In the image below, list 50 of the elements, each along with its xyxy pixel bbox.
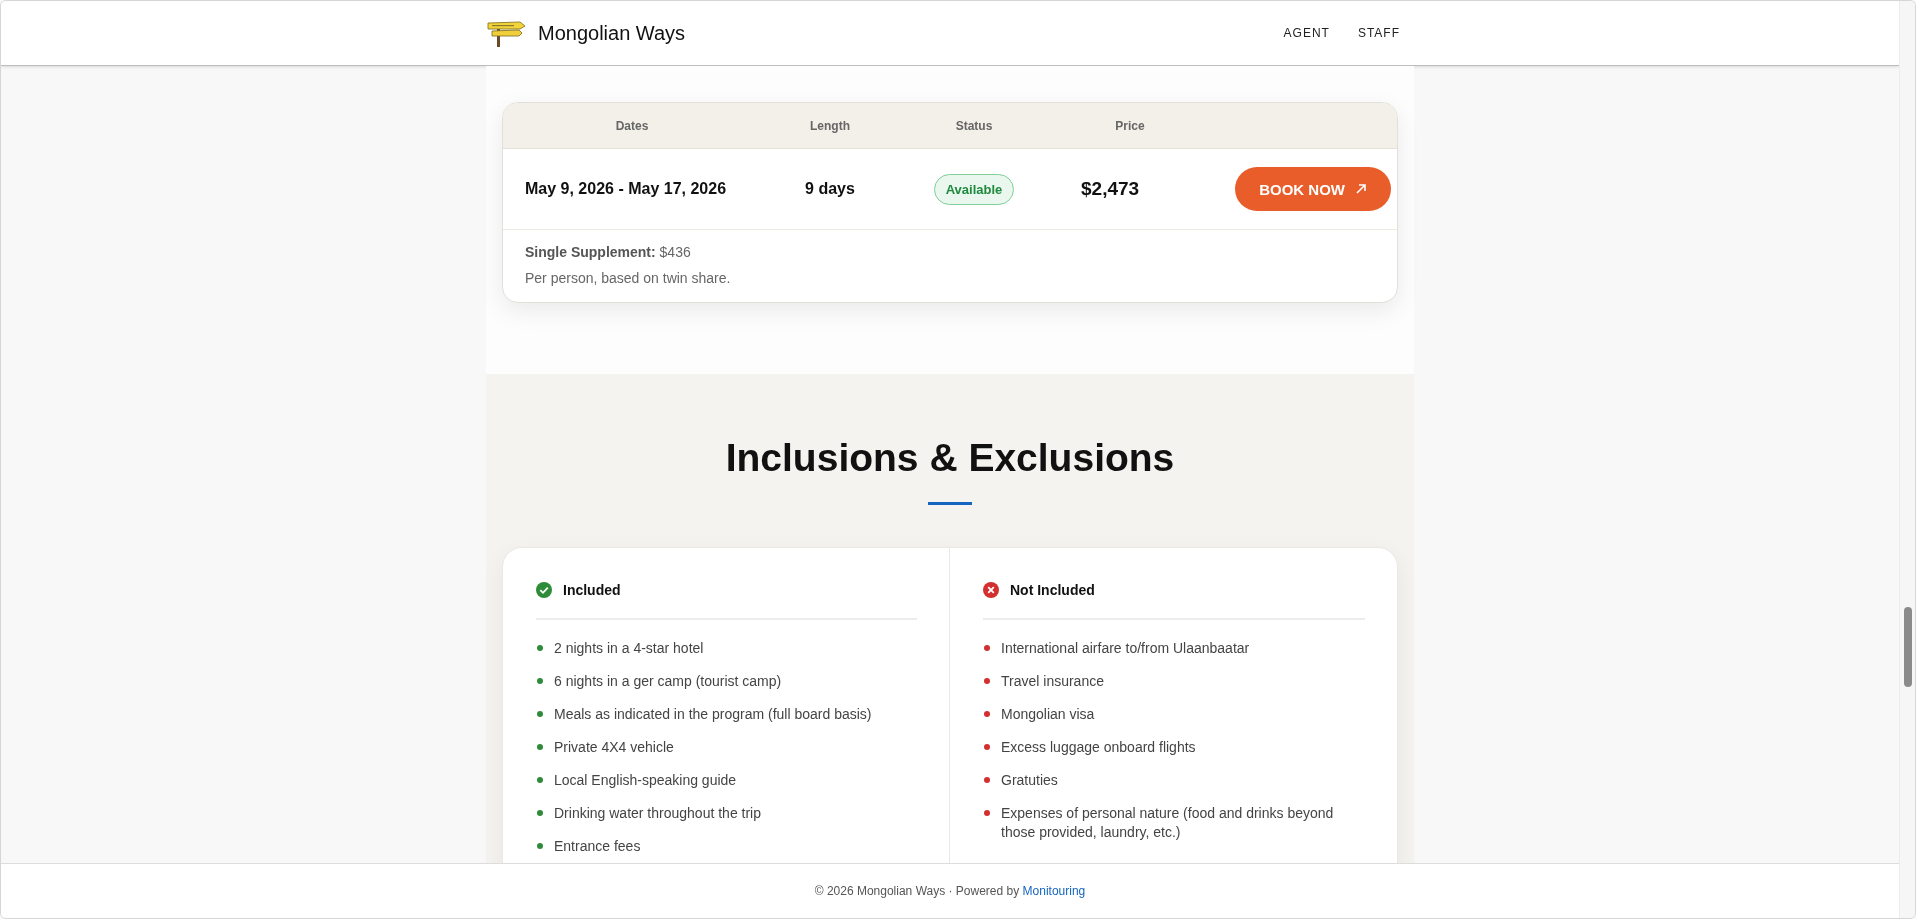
footer-link[interactable]: Monitouring: [1022, 884, 1086, 898]
dates-cell-text: May 9, 2026 - May 17, 2026: [524, 180, 728, 198]
title-underline: [928, 502, 972, 505]
bullet-icon: [537, 678, 543, 684]
list-item: Gratuties: [1001, 771, 1058, 790]
check-circle-icon: [536, 582, 552, 598]
bullet-icon: [537, 810, 543, 816]
list-item: International airfare to/from Ulaanbaatar: [1001, 639, 1250, 658]
column-header: Status: [954, 118, 994, 133]
nav-link[interactable]: STAFF: [1357, 26, 1400, 40]
bullet-icon: [984, 711, 990, 717]
bullet-icon: [984, 678, 990, 684]
list-item: Expenses of personal nature (food and drinks beyond those provided, laundry, etc.): [1001, 804, 1335, 842]
bullet-icon: [537, 645, 543, 651]
list-item: 2 nights in a 4-star hotel: [554, 639, 704, 658]
list-item: Mongolian visa: [1001, 705, 1095, 724]
footer-text: © 2026 Mongolian Ways · Powered by Monitouring: [814, 884, 1086, 898]
bullet-icon: [984, 744, 990, 750]
list-item: Meals as indicated in the program (full board basis): [554, 705, 872, 724]
price-cell-text: $2,473: [1080, 178, 1141, 200]
length-cell-text: 9 days: [804, 180, 856, 198]
list-heading: Not Included: [1010, 582, 1095, 598]
bullet-icon: [984, 810, 990, 816]
list-item: Drinking water throughout the trip: [554, 804, 761, 823]
bullet-icon: [537, 843, 543, 849]
note-text: Per person, based on twin share.: [525, 270, 732, 286]
bullet-icon: [537, 711, 543, 717]
list-item: Local English-speaking guide: [554, 771, 737, 790]
cross-circle-icon: [983, 582, 999, 598]
column-header: Dates: [614, 118, 650, 133]
list-item: Excess luggage onboard flights: [1001, 738, 1196, 757]
bullet-icon: [537, 777, 543, 783]
supplement-text: Single Supplement: $436: [525, 244, 692, 260]
column-header: Length: [809, 118, 851, 133]
status-badge: Available: [933, 173, 1015, 205]
list-item: Entrance fees: [554, 837, 641, 856]
section-title: Inclusions & Exclusions: [725, 436, 1175, 480]
bullet-icon: [537, 744, 543, 750]
list-heading: Included: [563, 582, 621, 598]
scrollbar-thumb[interactable]: [1903, 607, 1912, 687]
arrow-icon: [1355, 183, 1367, 195]
bullet-icon: [984, 645, 990, 651]
list-item: Travel insurance: [1001, 672, 1104, 691]
column-header: Price: [1114, 118, 1146, 133]
list-item: Private 4X4 vehicle: [554, 738, 674, 757]
list-item: 6 nights in a ger camp (tourist camp): [554, 672, 782, 691]
signpost-icon: [486, 19, 526, 47]
nav-link[interactable]: AGENT: [1283, 26, 1330, 40]
bullet-icon: [984, 777, 990, 783]
site-title[interactable]: Mongolian Ways: [538, 21, 686, 45]
